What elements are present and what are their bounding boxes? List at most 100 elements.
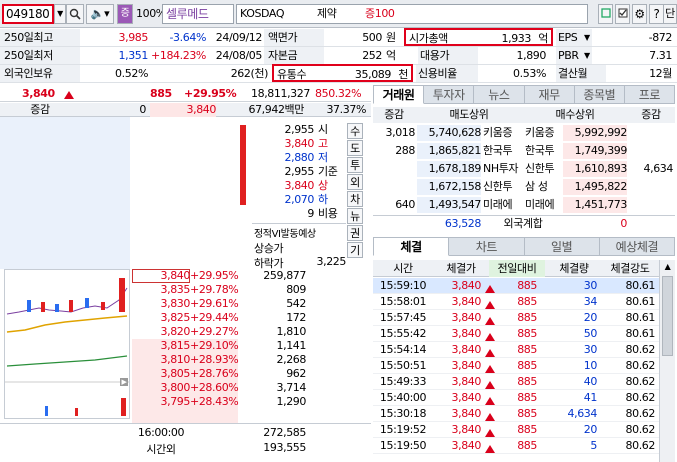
- volume-bar-1: [45, 406, 48, 416]
- broker-h-buy: 매수상위: [555, 108, 595, 121]
- margin-rate-label: 증100: [365, 7, 395, 20]
- tab-by-item[interactable]: 종목별: [574, 85, 625, 104]
- value-credit-ratio: 0.53%: [513, 67, 546, 80]
- trade-row[interactable]: 15:49:33 3,840 885 40 80.62: [373, 374, 659, 390]
- side-btn-7[interactable]: 기: [347, 242, 363, 258]
- trade-row[interactable]: 15:50:51 3,840 885 10 80.62: [373, 358, 659, 374]
- label-250-low: 250일최저: [0, 47, 80, 64]
- value-eps: -872: [648, 31, 673, 44]
- stat-upper-value: 3,840: [284, 179, 315, 192]
- tab-expected[interactable]: 예상체결: [599, 237, 675, 256]
- trade-strength: 80.62: [625, 439, 656, 452]
- trade-row[interactable]: 15:58:01 3,840 885 34 80.61: [373, 294, 659, 310]
- side-btn-4[interactable]: 차: [347, 191, 363, 207]
- value-substitute-price: 1,890: [516, 49, 547, 62]
- tab-chart[interactable]: 차트: [449, 237, 525, 256]
- trade-row[interactable]: 15:59:10 3,840 885 30 80.61: [373, 278, 659, 294]
- trade-time: 15:55:42: [379, 327, 427, 340]
- trade-qty: 40: [583, 375, 598, 388]
- tab-news[interactable]: 뉴스: [474, 85, 525, 104]
- broker-row[interactable]: 1,672,158 신한투 삼 성 1,495,822: [373, 179, 675, 195]
- trade-change: 885: [517, 279, 537, 292]
- speaker-icon[interactable]: 🔈▾: [86, 4, 114, 24]
- side-btn-5[interactable]: 뉴: [347, 208, 363, 224]
- tab-broker[interactable]: 거래원: [373, 85, 425, 104]
- ask-qty: 259,877: [263, 269, 306, 282]
- broker-dec: 288: [395, 144, 415, 157]
- stat-upper-label: 상: [318, 179, 328, 192]
- side-btn-1[interactable]: 도: [347, 140, 363, 156]
- unit-float-shares: 천: [398, 68, 408, 81]
- label-foreign-holding: 외국인보유: [0, 65, 80, 82]
- stat-base-value: 2,955: [284, 165, 315, 178]
- stat-lower-label: 하: [318, 193, 328, 206]
- stock-code-input[interactable]: 049180: [2, 4, 54, 24]
- checkbox-icon[interactable]: [615, 4, 630, 24]
- trade-row[interactable]: 15:54:14 3,840 885 30 80.62: [373, 342, 659, 358]
- ask-rate: +29.27%: [190, 325, 239, 338]
- header-ratio: 37.37%: [326, 103, 366, 116]
- ask-price: 3,840: [132, 269, 190, 283]
- trade-h-qty: 체결량: [559, 262, 589, 275]
- chart-expand-icon[interactable]: ▶: [120, 378, 128, 386]
- search-icon[interactable]: [66, 4, 84, 24]
- trade-price: 3,840: [451, 279, 482, 292]
- value-float-shares: 35,089: [354, 68, 391, 81]
- trade-price: 3,840: [451, 343, 482, 356]
- ask-rate: +29.95%: [190, 269, 239, 282]
- value-pbr: 7.31: [649, 49, 672, 62]
- trade-row[interactable]: 15:57:45 3,840 885 20 80.61: [373, 310, 659, 326]
- tab-daily[interactable]: 일별: [524, 237, 600, 256]
- broker-row[interactable]: 1,678,189 NH투자 신한투 1,610,893 4,634: [373, 161, 675, 177]
- broker-sell-name: 미래에: [483, 198, 513, 211]
- candle-7: [119, 278, 125, 312]
- tab-finance[interactable]: 재무: [524, 85, 575, 104]
- broker-row[interactable]: 3,018 5,740,628 키움증 키움증 5,992,992: [373, 125, 675, 141]
- stat-open-value: 2,955: [284, 123, 315, 136]
- gear-icon[interactable]: ⚙: [632, 4, 647, 24]
- broker-row[interactable]: 640 1,493,547 미래에 미래에 1,451,773: [373, 197, 675, 213]
- value-capital: 252: [362, 49, 382, 62]
- broker-buy-name: 한국투: [525, 144, 555, 157]
- toolbar: 049180 ▼ 🔈▾ 증 100% 셀루메드 KOSDAQ 제약 증100 ⚙…: [0, 0, 677, 28]
- value-market-cap: 1,933: [501, 32, 532, 45]
- label-credit-ratio: 신용비율: [416, 65, 478, 82]
- window-layout-icon[interactable]: [598, 4, 613, 24]
- side-btn-3[interactable]: 외: [347, 174, 363, 190]
- side-btn-6[interactable]: 권: [347, 225, 363, 241]
- bid-price: 3,795: [160, 395, 191, 408]
- trade-row[interactable]: 15:55:42 3,840 885 50 80.61: [373, 326, 659, 342]
- header-change-label: 증감: [30, 103, 50, 116]
- scroll-up-icon[interactable]: ▲: [660, 260, 675, 274]
- trade-change: 885: [517, 343, 537, 356]
- trade-time: 15:30:18: [379, 407, 427, 420]
- tab-investor[interactable]: 투자자: [424, 85, 475, 104]
- trade-row[interactable]: 15:40:00 3,840 885 41 80.62: [373, 390, 659, 406]
- value-250-high: 3,985: [118, 31, 149, 44]
- tab-trades[interactable]: 체결: [373, 237, 450, 256]
- stock-info-grid: 250일최고 3,985 -3.64% 24/09/12 액면가 500 원 시…: [0, 28, 677, 83]
- pbr-dropdown-icon[interactable]: ▼: [584, 47, 594, 64]
- code-dropdown-icon[interactable]: ▼: [54, 4, 66, 24]
- trade-row[interactable]: 15:30:18 3,840 885 4,634 80.62: [373, 406, 659, 422]
- market-cap-box: 시가총액 1,933 억: [404, 28, 553, 46]
- trade-price: 3,840: [451, 375, 482, 388]
- scroll-thumb[interactable]: [662, 276, 673, 356]
- trade-change: 885: [517, 359, 537, 372]
- help-icon[interactable]: ?: [649, 4, 664, 24]
- value-foreign-shares: 262(천): [230, 67, 269, 80]
- broker-buy-qty: 5,992,992: [563, 125, 627, 141]
- candle-3: [55, 304, 59, 312]
- trade-change: 885: [517, 311, 537, 324]
- single-view-button[interactable]: 단: [663, 4, 677, 24]
- side-btn-2[interactable]: 투: [347, 157, 363, 173]
- tab-program[interactable]: 프로: [624, 85, 676, 104]
- stat-cost-value: 9: [307, 207, 314, 220]
- broker-row[interactable]: 288 1,865,821 한국투 한국투 1,749,399: [373, 143, 675, 159]
- eps-dropdown-icon[interactable]: ▼: [584, 29, 594, 46]
- trade-scrollbar[interactable]: ▲: [659, 260, 675, 462]
- side-btn-0[interactable]: 수: [347, 123, 363, 139]
- mini-chart[interactable]: [4, 269, 130, 419]
- trade-row[interactable]: 15:19:52 3,840 885 20 80.62: [373, 422, 659, 438]
- trade-row[interactable]: 15:19:50 3,840 885 5 80.62: [373, 438, 659, 454]
